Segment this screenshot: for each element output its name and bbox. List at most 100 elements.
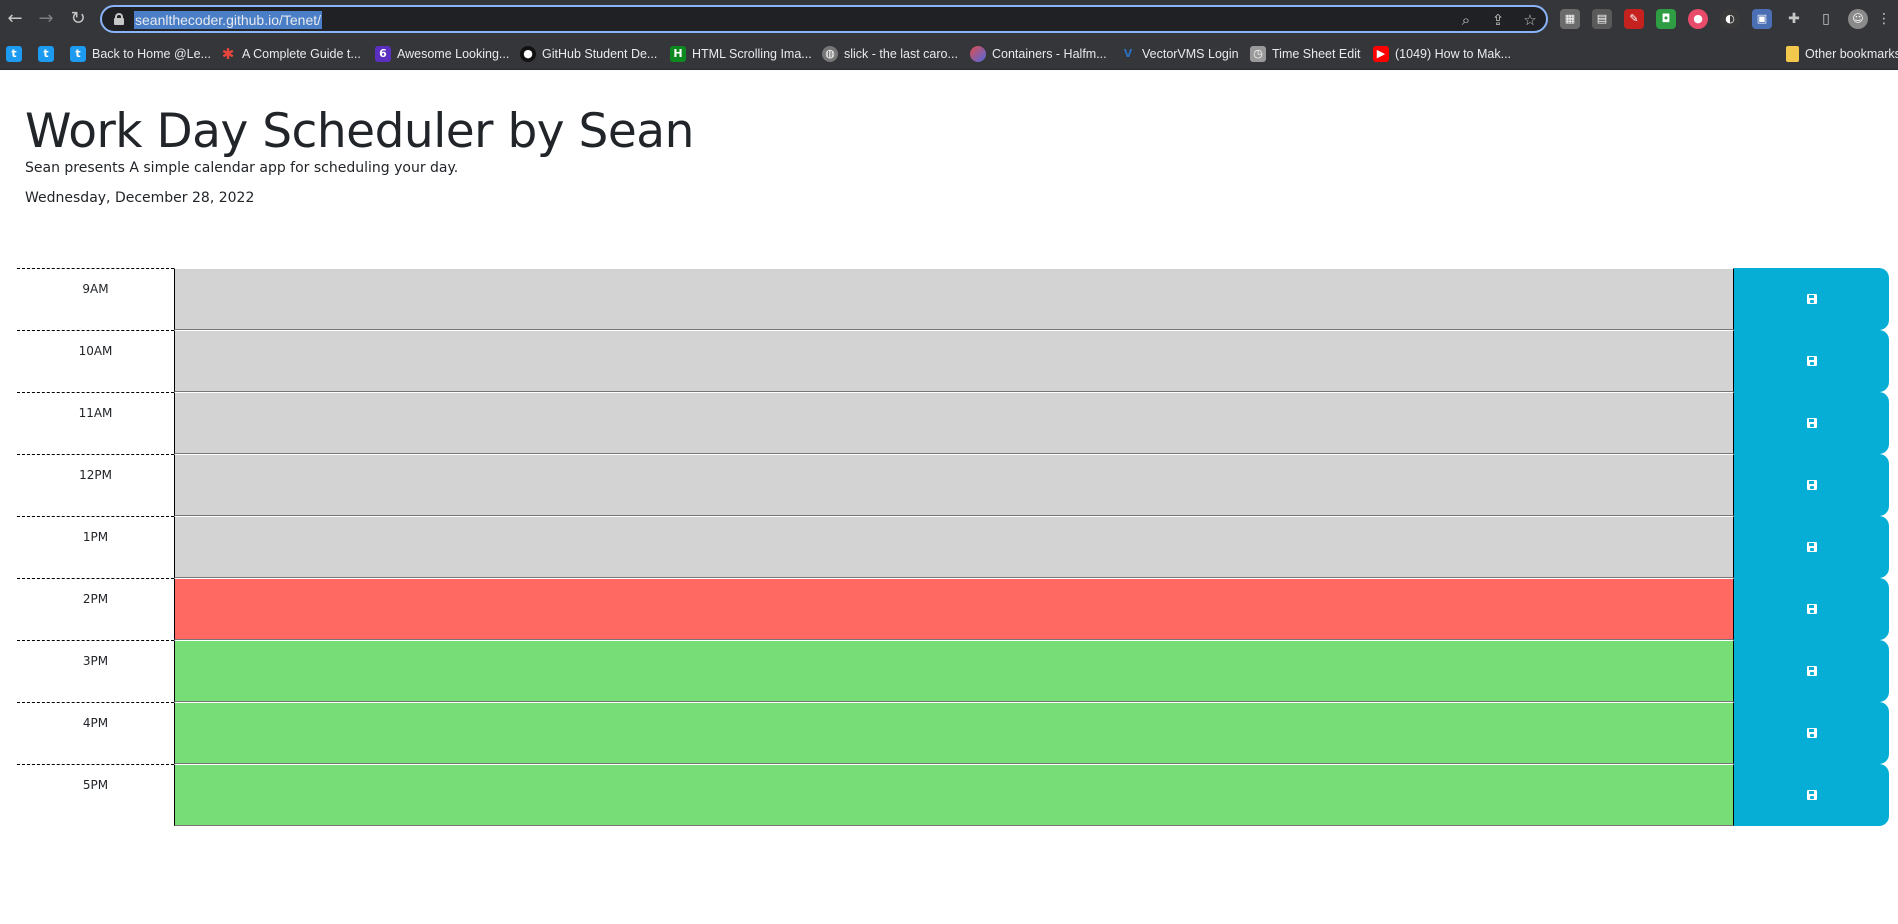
hour-label: 10AM [17,330,174,392]
forward-arrow-icon[interactable]: → [34,7,58,31]
twitter-icon: t [70,46,86,62]
url-text[interactable]: seanlthecoder.github.io/Tenet/ [134,11,323,29]
twitter-icon: t [6,46,22,62]
pdf-extension-icon[interactable]: ✎ [1624,9,1644,29]
star-icon[interactable]: ☆ [1520,10,1540,30]
bookmark-item[interactable]: ▶ (1049) How to Mak... [1373,44,1511,64]
save-icon [1806,728,1817,738]
time-block: 10AM [17,330,1889,392]
avatar[interactable]: ☺ [1848,9,1868,29]
hour-label: 4PM [17,702,174,764]
bookmark-item[interactable]: H HTML Scrolling Ima... [670,44,812,64]
lock-icon [114,13,124,25]
save-icon [1806,604,1817,614]
time-block: 2PM [17,578,1889,640]
event-description-input[interactable] [174,764,1734,826]
event-description-input[interactable] [174,702,1734,764]
globe-icon: ◍ [822,46,838,62]
event-description-input[interactable] [174,640,1734,702]
save-button[interactable] [1734,516,1889,578]
bookmark-label: HTML Scrolling Ima... [692,47,812,61]
save-icon [1806,790,1817,800]
time-block: 9AM [17,268,1889,330]
back-arrow-icon[interactable]: ← [3,7,27,31]
reload-icon[interactable]: ↻ [66,7,90,31]
bookmark-label: slick - the last caro... [844,47,958,61]
bookmarks-bar: t t t Back to Home @Le... ✱ A Complete G… [0,38,1898,70]
bookmark-label: A Complete Guide t... [242,47,361,61]
hour-label: 9AM [17,268,174,330]
bookmark-label: (1049) How to Mak... [1395,47,1512,61]
event-description-input[interactable] [174,330,1734,392]
page-title: Work Day Scheduler by Sean [25,104,694,159]
bookmark-label: Awesome Looking... [397,47,510,61]
save-button[interactable] [1734,764,1889,826]
hour-label: 3PM [17,640,174,702]
bookmark-item[interactable]: ◷ Time Sheet Edit [1250,44,1360,64]
bookmark-label: VectorVMS Login [1142,47,1239,61]
twitter-icon: t [38,46,54,62]
share-icon[interactable]: ⇪ [1488,10,1508,30]
browser-toolbar: ← → ↻ seanlthecoder.github.io/Tenet/ ⌕ ⇪… [0,0,1898,38]
page-lead: Sean presents A simple calendar app for … [25,160,459,176]
circle-logo-icon [970,46,986,62]
extension-icon[interactable]: ▣ [1752,9,1772,29]
hour-label: 1PM [17,516,174,578]
extension-icon[interactable]: ▤ [1592,9,1612,29]
six-icon: 6 [375,46,391,62]
current-date: Wednesday, December 28, 2022 [25,190,255,206]
bookmark-item[interactable]: ● GitHub Student De... [520,44,657,64]
other-bookmarks[interactable]: Other bookmarks [1786,44,1898,64]
save-button[interactable] [1734,454,1889,516]
time-block-container: 9AM 10AM 11AM 12PM 1PM 2PM 3PM 4PM 5PM [17,268,1889,826]
hour-label: 11AM [17,392,174,454]
time-block: 5PM [17,764,1889,826]
bookmark-item[interactable]: ✱ A Complete Guide t... [220,44,361,64]
extension-icon[interactable]: ▦ [1560,9,1580,29]
save-button[interactable] [1734,578,1889,640]
bookmark-item[interactable]: Containers - Halfm... [970,44,1107,64]
time-block: 12PM [17,454,1889,516]
time-block: 1PM [17,516,1889,578]
bookmark-label: Containers - Halfm... [992,47,1107,61]
save-button[interactable] [1734,640,1889,702]
puzzle-icon[interactable]: ✚ [1784,9,1804,29]
time-block: 11AM [17,392,1889,454]
hour-label: 12PM [17,454,174,516]
bookmark-item[interactable]: V VectorVMS Login [1120,44,1239,64]
bookmark-item[interactable]: t Back to Home @Le... [70,44,211,64]
save-icon [1806,418,1817,428]
page-content: Work Day Scheduler by Sean Sean presents… [0,70,1898,924]
extension-icon[interactable]: ◐ [1720,9,1740,29]
save-button[interactable] [1734,702,1889,764]
hour-label: 2PM [17,578,174,640]
github-icon: ● [520,46,536,62]
bookmark-item[interactable]: ◍ slick - the last caro... [822,44,958,64]
bookmark-item[interactable]: t [38,44,54,64]
event-description-input[interactable] [174,268,1734,330]
bookmark-label: Back to Home @Le... [92,47,211,61]
menu-kebab-icon[interactable]: ⋮ [1876,9,1892,29]
address-bar[interactable]: seanlthecoder.github.io/Tenet/ ⌕ ⇪ ☆ [100,5,1548,33]
event-description-input[interactable] [174,454,1734,516]
extension-icon[interactable]: ● [1688,9,1708,29]
save-button[interactable] [1734,268,1889,330]
time-block: 4PM [17,702,1889,764]
save-icon [1806,480,1817,490]
event-description-input[interactable] [174,516,1734,578]
zoom-icon[interactable]: ⌕ [1456,10,1476,30]
youtube-icon: ▶ [1373,46,1389,62]
bookmark-item[interactable]: t [6,44,22,64]
side-panel-icon[interactable]: ▯ [1816,9,1836,29]
event-description-input[interactable] [174,392,1734,454]
extension-badge-icon[interactable]: ◘ [1656,9,1676,29]
save-button[interactable] [1734,392,1889,454]
bookmark-label: Time Sheet Edit [1272,47,1361,61]
save-icon [1806,356,1817,366]
save-button[interactable] [1734,330,1889,392]
save-icon [1806,666,1817,676]
bookmark-item[interactable]: 6 Awesome Looking... [375,44,509,64]
save-icon [1806,294,1817,304]
asterisk-icon: ✱ [221,45,235,63]
event-description-input[interactable] [174,578,1734,640]
